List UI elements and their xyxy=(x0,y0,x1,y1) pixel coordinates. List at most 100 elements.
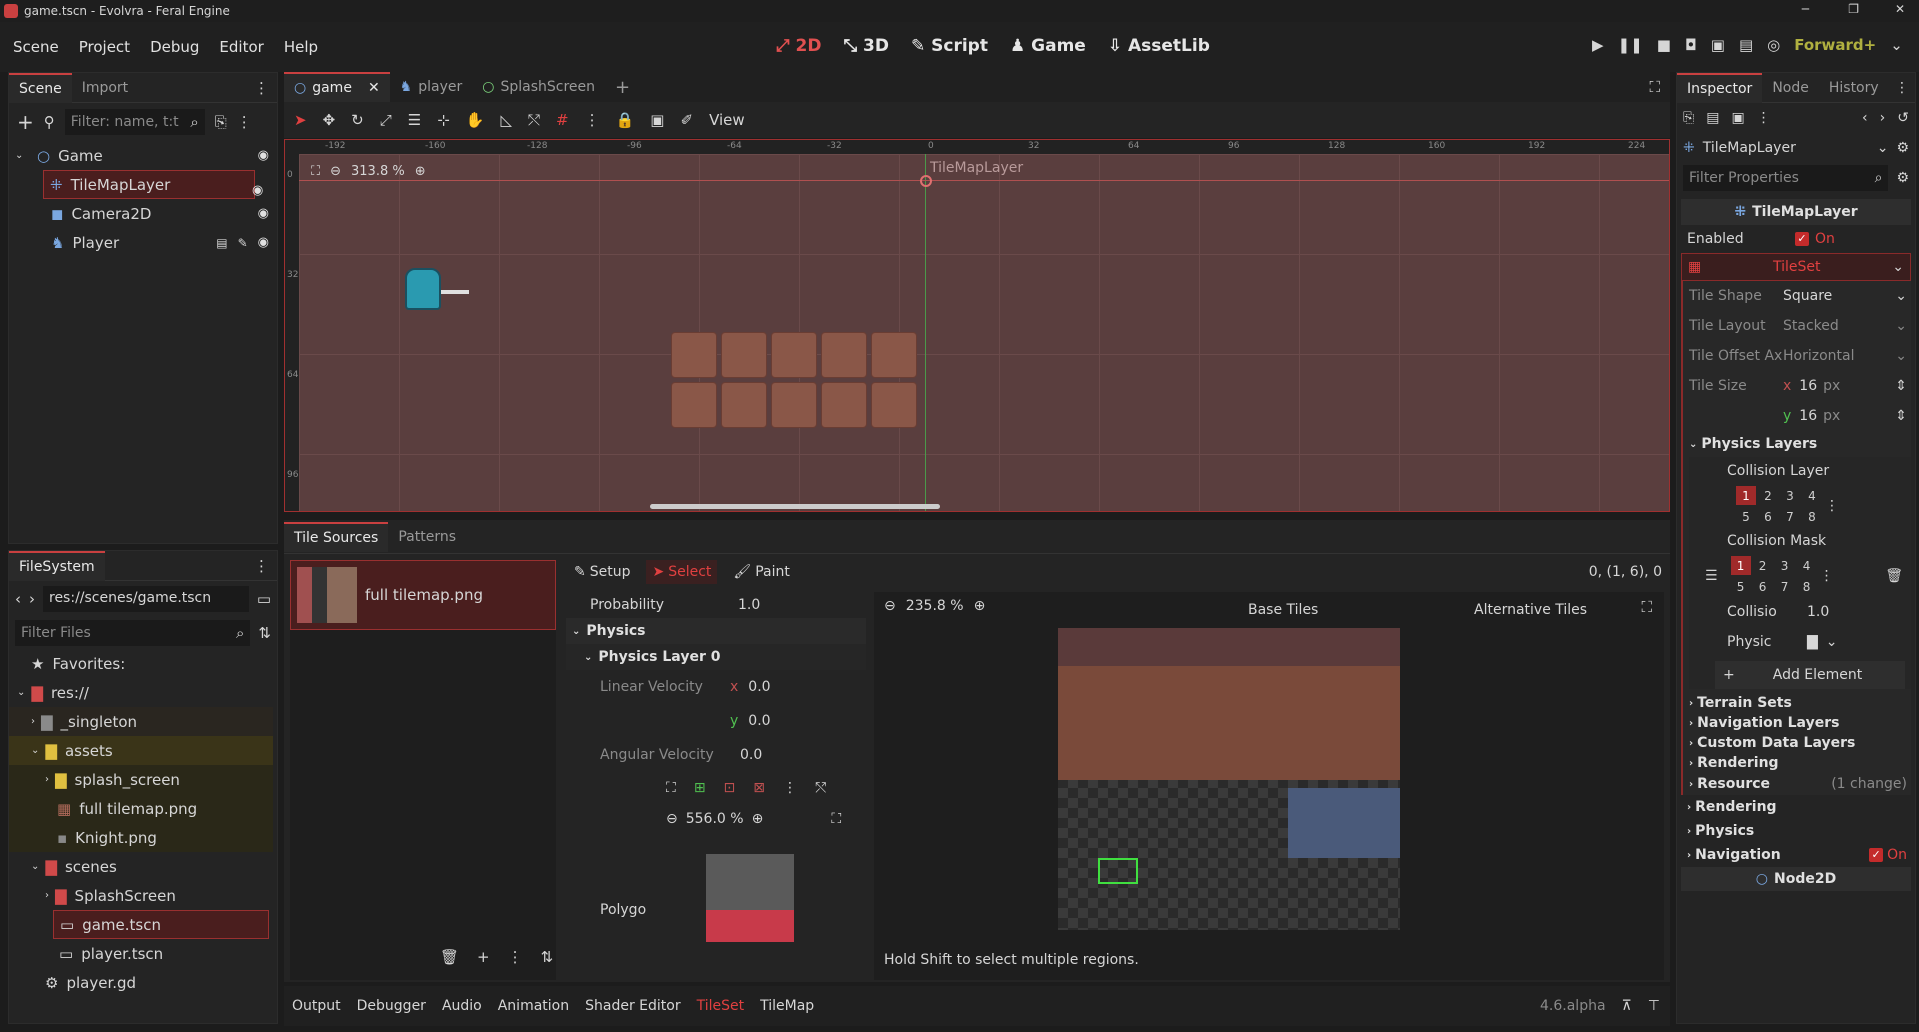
expand-icon[interactable]: › xyxy=(31,716,35,727)
edit-polygon-icon[interactable]: ⊡ xyxy=(724,780,736,796)
tab-shader-editor[interactable]: Shader Editor xyxy=(585,998,680,1014)
selected-tile[interactable] xyxy=(1098,858,1138,884)
collapse-icon[interactable]: ⌄ xyxy=(572,626,580,637)
visibility-eye-icon[interactable]: ◉ xyxy=(258,206,269,221)
tree-node-game[interactable]: ⌄ ○ Game ◉ xyxy=(15,141,277,170)
zoom-in-icon[interactable]: ⊕ xyxy=(415,164,426,179)
chevron-down-icon[interactable]: ⌄ xyxy=(1895,288,1907,304)
workspace-script[interactable]: ✎ Script xyxy=(911,36,988,56)
center-view-icon[interactable]: ⛶ xyxy=(1641,598,1652,616)
tab-game[interactable]: ○ game ✕ xyxy=(284,72,390,102)
zoom-out-icon[interactable]: ⊖ xyxy=(884,598,896,614)
physics-layers-section[interactable]: Physics Layers xyxy=(1701,436,1817,452)
layer-bit[interactable]: 3 xyxy=(1780,486,1800,505)
chevron-down-icon[interactable]: ⌄ xyxy=(1826,634,1838,650)
group-icon[interactable]: ▣ xyxy=(650,111,664,129)
expand-icon[interactable]: › xyxy=(1687,826,1691,837)
expand-icon[interactable]: › xyxy=(45,774,49,785)
tab-inspector[interactable]: Inspector xyxy=(1677,72,1763,103)
tile-size-x[interactable]: 16 xyxy=(1799,378,1817,394)
snap-icon[interactable]: ⤲ xyxy=(815,780,826,796)
canvas-viewport[interactable]: -192 -160 -128 -96 -64 -32 0 32 64 96 12… xyxy=(284,139,1670,512)
filter-options-icon[interactable]: ⚙ xyxy=(1896,170,1909,186)
stop-icon[interactable]: ■ xyxy=(1657,36,1671,54)
h-scrollbar[interactable] xyxy=(650,504,940,509)
chevron-down-icon[interactable]: ⌄ xyxy=(1890,36,1903,54)
expand-icon[interactable]: › xyxy=(1687,850,1691,861)
tab-tileset[interactable]: TileSet xyxy=(697,998,745,1014)
remote-icon[interactable]: ◘ xyxy=(1685,36,1697,54)
file-game-tscn[interactable]: ▭ game.tscn xyxy=(53,910,269,939)
expand-icon[interactable]: › xyxy=(1689,758,1693,769)
menu-project[interactable]: Project xyxy=(79,38,130,56)
file-player-tscn[interactable]: ▭ player.tscn xyxy=(9,939,277,968)
file-player-gd[interactable]: ⚙ player.gd xyxy=(9,968,277,997)
pan-tool-icon[interactable]: ✋ xyxy=(466,111,485,129)
collapse-icon[interactable]: ⌄ xyxy=(15,150,29,161)
mask-bit[interactable]: 5 xyxy=(1731,577,1751,596)
setup-button[interactable]: ✎ Setup xyxy=(568,560,636,584)
expand-icon[interactable]: ⛶ xyxy=(666,780,676,796)
sort-icon[interactable]: ⇅ xyxy=(541,948,554,966)
folder-splashscreen[interactable]: › ▇ SplashScreen xyxy=(9,881,277,910)
add-element-button[interactable]: + Add Element xyxy=(1715,661,1905,689)
rendering-section[interactable]: Rendering xyxy=(1697,755,1778,771)
workspace-game[interactable]: ♟ Game xyxy=(1010,36,1086,56)
list-select-icon[interactable]: ☰ xyxy=(408,111,421,129)
tab-player[interactable]: ♞ player xyxy=(390,73,473,101)
bone-icon[interactable]: ✐ xyxy=(680,111,693,129)
navigation-checkbox[interactable]: ✓ xyxy=(1869,848,1884,862)
collision-mask-grid[interactable]: 1 2 3 4 5 6 7 8 xyxy=(1730,555,1820,597)
object-icon[interactable]: ⚙ xyxy=(1896,140,1909,156)
zoom-out-icon[interactable]: ⊖ xyxy=(666,811,678,827)
zoom-in-icon[interactable]: ⊕ xyxy=(752,811,764,827)
layer-bit[interactable]: 6 xyxy=(1758,507,1778,526)
tile-shape-select[interactable]: Square xyxy=(1783,288,1832,304)
tree-node-camera2d[interactable]: ◼ Camera2D ◉ xyxy=(15,199,277,228)
layer-bit[interactable]: 8 xyxy=(1802,507,1822,526)
new-resource-icon[interactable]: ⎘ xyxy=(1683,110,1694,126)
tree-node-player[interactable]: ♞ Player ▤ ✎ ◉ xyxy=(15,228,277,257)
pivot-tool-icon[interactable]: ⊹ xyxy=(437,111,450,129)
back-icon[interactable]: ‹ xyxy=(15,590,21,608)
tab-node[interactable]: Node xyxy=(1762,74,1819,102)
dock-menu-icon[interactable]: ⋮ xyxy=(254,557,269,575)
visibility-eye-icon[interactable]: ◉ xyxy=(258,148,269,163)
collapse-icon[interactable]: ⌄ xyxy=(1689,439,1697,450)
tileset-property[interactable]: ▦ TileSet ⌄ xyxy=(1681,253,1911,281)
folder-icon[interactable]: ▇ xyxy=(1807,634,1818,650)
select-button[interactable]: ➤ Select xyxy=(646,560,718,584)
folder-scenes[interactable]: ⌄ ▇ scenes xyxy=(9,852,277,881)
mask-bit[interactable]: 7 xyxy=(1775,577,1795,596)
chevron-down-icon[interactable]: ⌄ xyxy=(1895,348,1907,364)
trash-icon[interactable]: 🗑 xyxy=(1885,568,1903,584)
mask-bit[interactable]: 3 xyxy=(1775,556,1795,575)
workspace-3d[interactable]: ⤡ 3D xyxy=(843,36,888,56)
pause-icon[interactable]: ❚❚ xyxy=(1618,36,1643,54)
paint-button[interactable]: 🖌 Paint xyxy=(727,560,795,584)
ruler-tool-icon[interactable]: ◺ xyxy=(500,111,512,129)
center-view-icon[interactable]: ⛶ xyxy=(831,811,841,827)
tab-tilemap[interactable]: TileMap xyxy=(760,998,814,1014)
expand-panel-icon[interactable]: ⊤ xyxy=(1648,998,1660,1014)
more-icon[interactable]: ⋮ xyxy=(1825,498,1839,514)
chevron-down-icon[interactable]: ⌄ xyxy=(1892,259,1904,275)
scene-filter-input[interactable]: Filter: name, t:t ⌕ xyxy=(64,109,205,135)
tab-patterns[interactable]: Patterns xyxy=(388,523,466,551)
linear-velocity-y[interactable]: 0.0 xyxy=(748,713,770,729)
physics-layer-section[interactable]: Physics Layer 0 xyxy=(598,649,720,665)
add-node-icon[interactable]: + xyxy=(17,110,34,134)
probability-value[interactable]: 1.0 xyxy=(738,597,760,613)
menu-debug[interactable]: Debug xyxy=(150,38,199,56)
resource-section[interactable]: Resource xyxy=(1697,776,1770,792)
grid-snap-icon[interactable]: # xyxy=(556,111,569,129)
collision-polygon[interactable] xyxy=(706,910,794,942)
drag-handle-icon[interactable]: ☰ xyxy=(1705,568,1718,584)
folder-singleton[interactable]: › ▇ _singleton xyxy=(9,707,273,736)
collapse-icon[interactable]: ⌄ xyxy=(31,861,39,872)
node-origin-marker[interactable] xyxy=(920,175,932,187)
terrain-sets-section[interactable]: Terrain Sets xyxy=(1697,695,1792,711)
more-icon[interactable]: ⋮ xyxy=(508,948,523,966)
source-item[interactable]: full tilemap.png xyxy=(290,560,556,630)
mask-bit[interactable]: 1 xyxy=(1730,556,1751,575)
